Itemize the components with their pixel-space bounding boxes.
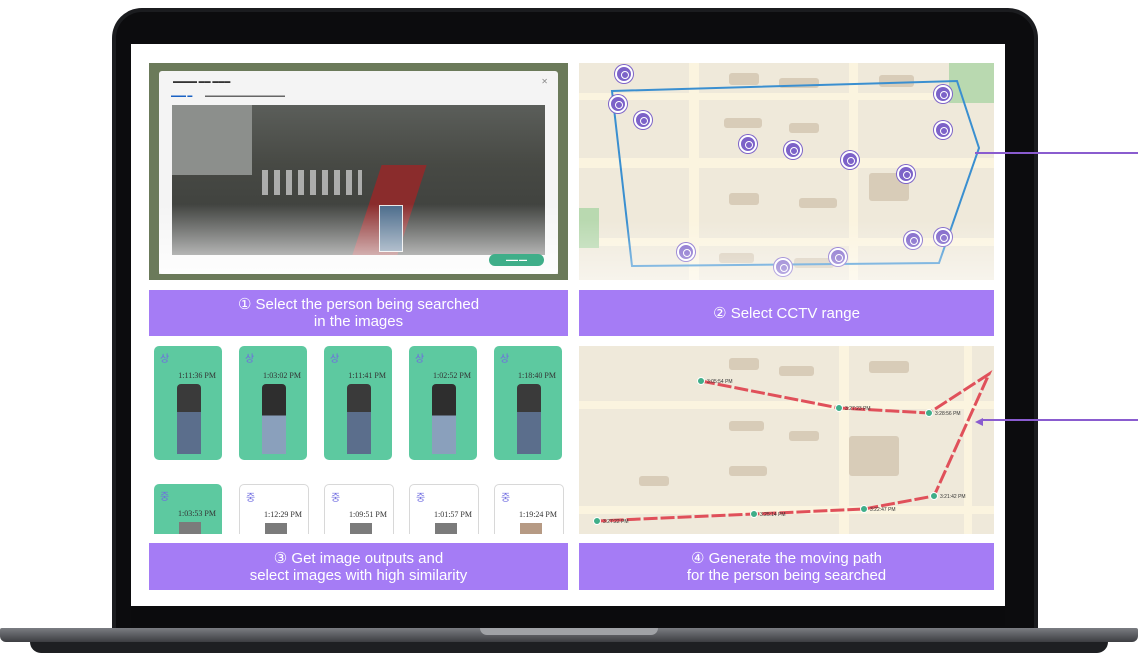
person-thumbnail [435, 523, 457, 534]
image-dialog: ▬▬▬▬ ▬▬ ▬▬▬ ✕ ▬▬▬ ▬ ▬▬▬▬▬▬▬▬▬▬▬▬▬▬▬▬ ▬▬▬… [159, 71, 558, 274]
cctv-marker-icon[interactable] [609, 95, 627, 113]
pointer-arrow-icon [975, 418, 983, 426]
capture-time: 1:11:41 PM [348, 371, 386, 380]
result-card[interactable]: 상 1:18:40 PM [494, 346, 562, 460]
person-thumbnail [179, 522, 201, 534]
step-caption-1: ① Select the person being searched in th… [149, 290, 568, 336]
path-time-label: 3:27:23 PM [845, 406, 871, 412]
person-thumbnail [265, 523, 287, 534]
image-results-panel: 상 1:11:36 PM 상 1:03:02 PM 상 1:11:41 PM 상… [149, 346, 568, 534]
result-card[interactable]: 상 1:11:36 PM [154, 346, 222, 460]
dialog-id-value: ▬▬▬▬▬▬▬▬▬▬▬▬▬▬▬▬ [205, 93, 285, 99]
result-card[interactable]: 중 1:01:57 PM [409, 484, 479, 534]
path-time-label: 3:21:42 PM [940, 494, 966, 500]
similarity-badge: 상 [245, 354, 255, 365]
step-caption-4: ④ Generate the moving path for the perso… [579, 543, 994, 590]
capture-time: 1:18:40 PM [517, 371, 556, 380]
similarity-badge: 상 [415, 354, 425, 365]
similarity-badge: 중 [416, 493, 426, 504]
path-line [596, 369, 993, 523]
person-image-panel: ▬▬▬▬ ▬▬ ▬▬▬ ✕ ▬▬▬ ▬ ▬▬▬▬▬▬▬▬▬▬▬▬▬▬▬▬ ▬▬▬… [149, 63, 568, 280]
person-thumbnail [517, 384, 541, 454]
path-time-label: 3:22:47 PM [870, 507, 896, 513]
caption-line: ④ Generate the moving path [690, 549, 883, 567]
caption-line: ② Select CCTV range [713, 304, 860, 322]
path-time-label: 3:25:14 PM [760, 512, 786, 518]
person-thumbnail [262, 384, 286, 454]
capture-time: 1:01:57 PM [433, 510, 472, 519]
caption-line: for the person being searched [686, 566, 887, 584]
result-card[interactable]: 중 1:03:53 PM [154, 484, 222, 534]
person-thumbnail [520, 523, 542, 534]
screen-bottom-bezel [131, 606, 1005, 626]
laptop-hinge-notch [480, 628, 658, 635]
result-card[interactable]: 중 1:09:51 PM [324, 484, 394, 534]
path-time-label: 3:28:56 PM [935, 411, 961, 417]
cctv-marker-icon[interactable] [897, 165, 915, 183]
path-node[interactable] [593, 517, 601, 525]
result-card[interactable]: 중 1:19:24 PM [494, 484, 564, 534]
cctv-range-map[interactable] [579, 63, 994, 280]
capture-time: 1:03:02 PM [262, 371, 301, 380]
cctv-marker-icon[interactable] [615, 65, 633, 83]
moving-path-map[interactable]: 3:05:54 PM 3:27:23 PM 3:28:56 PM 3:21:42 PM… [579, 346, 994, 534]
map-fade [579, 220, 994, 280]
path-time-label: 3:27:22 PM [603, 519, 629, 525]
cctv-marker-icon[interactable] [739, 135, 757, 153]
capture-time: 1:12:29 PM [263, 510, 302, 519]
path-node[interactable] [930, 492, 938, 500]
moving-path: 3:05:54 PM 3:27:23 PM 3:28:56 PM 3:21:42 PM… [593, 369, 993, 525]
result-card[interactable]: 상 1:02:52 PM [409, 346, 477, 460]
capture-time: 1:02:52 PM [432, 371, 471, 380]
path-time-label: 3:05:54 PM [707, 379, 733, 385]
cctv-marker-icon[interactable] [841, 151, 859, 169]
path-node[interactable] [925, 409, 933, 417]
path-node[interactable] [835, 404, 843, 412]
dialog-title: ▬▬▬▬ ▬▬ ▬▬▬ [173, 79, 231, 85]
similarity-badge: 상 [330, 354, 340, 365]
cctv-marker-icon[interactable] [934, 121, 952, 139]
similarity-badge: 중 [501, 493, 511, 504]
result-card[interactable]: 상 1:11:41 PM [324, 346, 392, 460]
step-caption-2: ② Select CCTV range [579, 290, 994, 336]
pointer-line [975, 152, 1138, 154]
caption-line: select images with high similarity [249, 566, 468, 584]
similarity-badge: 상 [160, 354, 170, 365]
capture-time: 1:19:24 PM [518, 510, 557, 519]
caption-line: ① Select the person being searched [237, 296, 480, 313]
crosswalk-image-area [262, 170, 362, 195]
result-card[interactable]: 상 1:03:02 PM [239, 346, 307, 460]
person-thumbnail [177, 384, 201, 454]
caption-line: in the images [313, 313, 404, 330]
path-node[interactable] [750, 510, 758, 518]
capture-time: 1:03:53 PM [177, 509, 216, 518]
result-card[interactable]: 중 1:12:29 PM [239, 484, 309, 534]
path-node[interactable] [697, 377, 705, 385]
similarity-badge: 상 [500, 354, 510, 365]
capture-time: 1:09:51 PM [348, 510, 387, 519]
laptop-base-bottom [30, 642, 1108, 653]
similarity-badge: 중 [160, 492, 170, 503]
path-node[interactable] [860, 505, 868, 513]
person-thumbnail [350, 523, 372, 534]
building-image-area [172, 105, 252, 175]
close-icon[interactable]: ✕ [541, 77, 548, 86]
person-thumbnail [432, 384, 456, 454]
capture-time: 1:11:36 PM [178, 371, 216, 380]
dialog-id-label: ▬▬▬ ▬ [171, 93, 193, 99]
person-thumbnail [347, 384, 371, 454]
pointer-line [983, 419, 1138, 421]
cctv-marker-icon[interactable] [634, 111, 652, 129]
dialog-confirm-button[interactable]: ▬▬▬ ▬▬ [489, 254, 544, 266]
similarity-badge: 중 [246, 493, 256, 504]
cctv-marker-icon[interactable] [784, 141, 802, 159]
step-caption-3: ③ Get image outputs and select images wi… [149, 543, 568, 590]
similarity-badge: 중 [331, 493, 341, 504]
caption-line: ③ Get image outputs and [273, 549, 444, 567]
cctv-marker-icon[interactable] [934, 85, 952, 103]
